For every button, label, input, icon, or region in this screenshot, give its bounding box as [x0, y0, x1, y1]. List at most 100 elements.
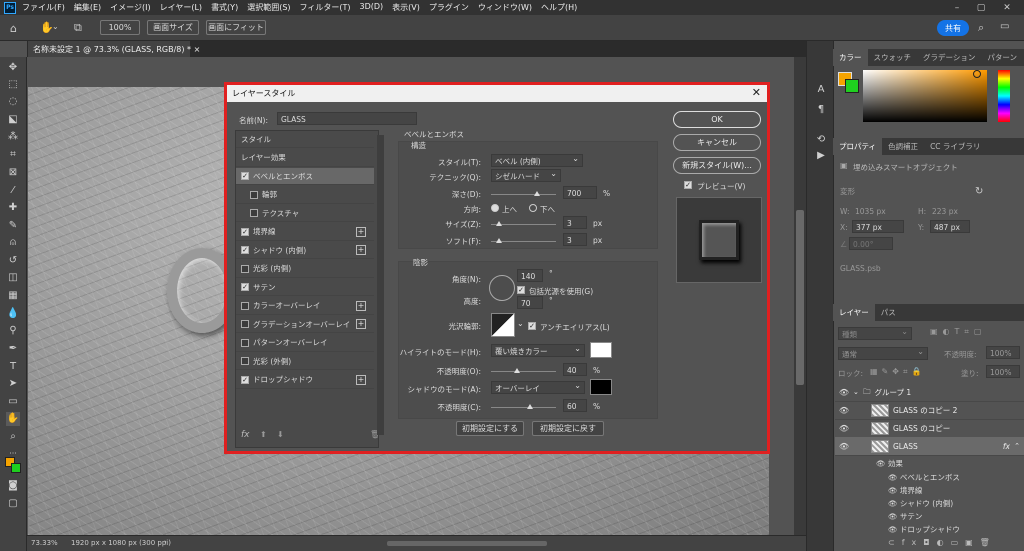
style-checkbox[interactable]	[241, 264, 249, 273]
hue-slider[interactable]	[998, 70, 1010, 122]
dialog-close-icon[interactable]: ✕	[752, 86, 761, 99]
path-select-tool-icon[interactable]: ➤	[6, 377, 20, 391]
panel-tab[interactable]: スウォッチ	[868, 49, 918, 66]
layer-filter-kind[interactable]: 種類	[838, 326, 912, 340]
panel-tab[interactable]: CC ライブラリ	[924, 138, 986, 155]
opacity-value[interactable]: 100%	[986, 346, 1020, 359]
layer-row-group[interactable]: 👁 ⌄ 🗀 グループ 1	[835, 383, 1024, 402]
layer-row[interactable]: 👁 GLASS のコピー 2	[835, 401, 1024, 420]
zoom-tool-icon[interactable]: ⌕	[6, 430, 20, 444]
hand-tool-active-icon[interactable]: ✋	[6, 412, 20, 426]
eyedropper-tool-icon[interactable]: ⁄	[6, 184, 20, 198]
style-checkbox[interactable]: ✓	[241, 172, 249, 180]
style-list-item[interactable]: レイヤー効果	[236, 150, 374, 167]
search-icon[interactable]: ⌕	[978, 21, 984, 35]
fx-icon[interactable]: fx	[1003, 442, 1010, 451]
new-style-button[interactable]: 新規スタイル(W)...	[673, 157, 761, 174]
shadow-opacity-knob[interactable]	[527, 404, 533, 409]
antialias-checkbox[interactable]: ✓	[528, 322, 536, 330]
frame-tool-icon[interactable]: ⊠	[6, 166, 20, 180]
altitude-input[interactable]: 70	[517, 296, 543, 309]
color-picker-ring[interactable]	[973, 70, 981, 78]
eye-icon[interactable]: 👁	[888, 473, 900, 482]
status-chevron-icon[interactable]: ›	[164, 538, 167, 546]
add-instance-icon[interactable]: +	[356, 245, 366, 255]
move-tool-icon[interactable]: ✥	[6, 61, 20, 75]
style-checkbox[interactable]	[241, 301, 249, 310]
minimize-icon[interactable]: –	[946, 0, 968, 15]
eye-icon[interactable]: 👁	[876, 459, 886, 468]
x-value[interactable]: 377 px	[852, 220, 904, 233]
clone-stamp-tool-icon[interactable]: ⍝	[6, 236, 20, 250]
expand-chevron-icon[interactable]: ⌄	[853, 388, 863, 396]
color-field[interactable]	[863, 70, 987, 122]
add-instance-icon[interactable]: +	[356, 374, 366, 385]
soften-input[interactable]: 3	[563, 233, 587, 246]
expand-effects-icon[interactable]: ⌃	[1014, 442, 1020, 450]
blur-tool-icon[interactable]: 💧	[6, 307, 20, 321]
effect-item[interactable]: 👁 ドロップシャドウ	[888, 524, 960, 535]
highlight-color-swatch[interactable]	[590, 342, 612, 358]
vertical-scrollbar-thumb[interactable]	[796, 210, 804, 385]
eraser-tool-icon[interactable]: ◫	[6, 271, 20, 285]
style-list-item[interactable]: 輪郭	[236, 187, 374, 204]
dodge-tool-icon[interactable]: ⚲	[6, 324, 20, 338]
history-panel-icon[interactable]: ⟲	[814, 133, 828, 147]
style-list-item[interactable]: テクスチャ	[236, 205, 374, 222]
panel-tab[interactable]: プロパティ	[833, 138, 883, 155]
global-light-checkbox[interactable]: ✓	[517, 286, 525, 294]
effect-item[interactable]: 👁 サテン	[888, 511, 922, 522]
shadow-color-swatch[interactable]	[590, 379, 612, 395]
add-instance-icon[interactable]: +	[356, 319, 366, 329]
visibility-eye-icon[interactable]: 👁	[835, 424, 853, 433]
bg-color-chip[interactable]	[845, 79, 859, 93]
menu-item[interactable]: ヘルプ(H)	[541, 2, 577, 13]
eye-icon[interactable]: 👁	[888, 486, 900, 495]
character-panel-icon[interactable]: A	[814, 83, 828, 97]
visibility-eye-icon[interactable]: 👁	[835, 406, 853, 415]
quick-mask-icon[interactable]: ◙	[6, 479, 20, 493]
shadow-opacity-input[interactable]: 60	[563, 399, 587, 412]
style-list-item[interactable]: 光彩 (内側)	[236, 261, 374, 278]
depth-slider-knob[interactable]	[533, 191, 540, 196]
style-list-item[interactable]: ✓ シャドウ (内側) +	[236, 242, 374, 259]
gradient-tool-icon[interactable]: ▦	[6, 289, 20, 303]
direction-down-radio[interactable]	[529, 204, 537, 212]
soften-slider-knob[interactable]	[495, 238, 502, 243]
angle-value[interactable]: 0.00°	[849, 237, 893, 250]
healing-brush-tool-icon[interactable]: ✚	[6, 201, 20, 215]
paragraph-panel-icon[interactable]: ¶	[814, 103, 828, 117]
effect-item[interactable]: 👁 ベベルとエンボス	[888, 472, 960, 483]
home-icon[interactable]: ⌂	[10, 22, 17, 35]
shadow-mode-select[interactable]: オーバーレイ	[491, 380, 585, 394]
angle-dial[interactable]	[489, 275, 515, 301]
move-up-icon[interactable]: ⬆	[260, 430, 267, 439]
menu-item[interactable]: 表示(V)	[392, 2, 420, 13]
gloss-contour-preview[interactable]	[491, 313, 515, 337]
style-list-item[interactable]: パターンオーバーレイ	[236, 335, 374, 352]
add-instance-icon[interactable]: +	[356, 300, 366, 311]
style-checkbox[interactable]	[241, 320, 249, 328]
style-checkbox[interactable]: ✓	[241, 227, 249, 236]
ok-button[interactable]: OK	[673, 111, 761, 128]
style-list-item[interactable]: 光彩 (外側)	[236, 353, 374, 370]
highlight-opacity-slider[interactable]	[491, 368, 556, 373]
visibility-eye-icon[interactable]: 👁	[835, 388, 853, 397]
style-checkbox[interactable]: ✓	[241, 375, 249, 384]
style-list-item[interactable]: グラデーションオーバーレイ +	[236, 316, 374, 333]
y-value[interactable]: 487 px	[930, 220, 970, 233]
preview-checkbox[interactable]: ✓	[684, 181, 692, 189]
direction-up-radio[interactable]	[491, 204, 499, 212]
artboard-tool-icon[interactable]: ⬚	[6, 78, 20, 92]
highlight-opacity-input[interactable]: 40	[563, 363, 587, 376]
lock-icons[interactable]: ▦✎✥⌗🔒	[870, 367, 925, 377]
fit-screen-button[interactable]: 画面サイズ	[147, 20, 199, 35]
reset-transform-icon[interactable]: ↻	[975, 186, 983, 197]
menu-item[interactable]: フィルター(T)	[300, 2, 351, 13]
layer-filter-icons[interactable]: ▣◐T⌗▢	[930, 327, 987, 337]
make-default-button[interactable]: 初期設定にする	[456, 421, 524, 436]
menu-item[interactable]: ウィンドウ(W)	[478, 2, 532, 13]
scroll-all-windows-icon[interactable]: ⧉	[74, 21, 82, 35]
reset-default-button[interactable]: 初期設定に戻す	[532, 421, 604, 436]
layer-row[interactable]: 👁 GLASS のコピー	[835, 419, 1024, 438]
